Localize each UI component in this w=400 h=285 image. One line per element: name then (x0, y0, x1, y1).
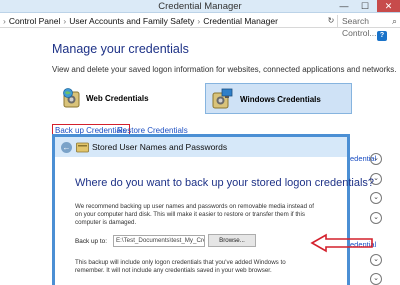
expand-chevron-icon[interactable]: ⌄ (370, 273, 382, 285)
dialog-header: ← Stored User Names and Passwords (55, 137, 347, 157)
breadcrumb-separator: › (3, 16, 6, 26)
breadcrumb-separator: › (197, 16, 201, 26)
browse-button[interactable]: Browse... (208, 234, 256, 247)
annotation-arrow-icon (310, 233, 373, 253)
expand-chevron-icon[interactable]: ⌄ (370, 153, 382, 165)
credential-manager-window: Credential Manager — ☐ ✕ › Control Panel ›… (0, 0, 400, 285)
dialog-title: Stored User Names and Passwords (92, 142, 228, 152)
search-icon[interactable]: ⌕ (392, 15, 397, 27)
web-credentials-tile[interactable]: Web Credentials (56, 83, 166, 114)
search-box[interactable]: Search Control... ⌕ (337, 15, 400, 38)
breadcrumb-control-panel[interactable]: Control Panel (9, 16, 61, 26)
page-title: Manage your credentials (52, 42, 189, 56)
title-bar: Credential Manager — ☐ ✕ (0, 0, 400, 13)
breadcrumb-separator: › (63, 16, 67, 26)
expand-chevron-icon[interactable]: ⌄ (370, 192, 382, 204)
maximize-button[interactable]: ☐ (356, 0, 374, 12)
vault-computer-icon (212, 88, 233, 109)
vault-globe-icon (63, 88, 80, 108)
windows-credentials-tile[interactable]: Windows Credentials (205, 83, 352, 114)
page-subtitle: View and delete your saved logon informa… (52, 65, 397, 74)
backup-dialog: ← Stored User Names and Passwords Where … (52, 134, 374, 285)
help-icon[interactable]: ? (377, 31, 387, 41)
close-button[interactable]: ✕ (377, 0, 400, 12)
refresh-icon[interactable]: ↻ (325, 15, 337, 27)
minimize-button[interactable]: — (335, 0, 353, 12)
expand-chevron-icon[interactable]: ⌄ (370, 212, 382, 224)
breadcrumb-credential-manager[interactable]: Credential Manager (203, 16, 278, 26)
dialog-question: Where do you want to back up your stored… (75, 177, 375, 189)
backup-to-label: Back up to: (75, 238, 107, 245)
breadcrumb: › Control Panel › User Accounts and Family … (0, 15, 325, 27)
backup-path-field[interactable]: E:\Test_Documents\test_My_Credents (113, 235, 205, 247)
dialog-recommendation-text: We recommend backing up user names and p… (75, 203, 314, 226)
search-placeholder: Search Control... (342, 16, 377, 38)
breadcrumb-user-accounts[interactable]: User Accounts and Family Safety (69, 16, 194, 26)
web-credentials-label: Web Credentials (86, 94, 149, 103)
back-arrow-icon[interactable]: ← (61, 142, 72, 153)
stored-credentials-icon (76, 142, 89, 153)
dialog-backup-note: This backup will include only logon cred… (75, 259, 286, 274)
address-bar: › Control Panel › User Accounts and Family … (0, 14, 400, 38)
expand-chevron-icon[interactable]: ⌄ (370, 254, 382, 266)
windows-credentials-label: Windows Credentials (240, 95, 321, 104)
